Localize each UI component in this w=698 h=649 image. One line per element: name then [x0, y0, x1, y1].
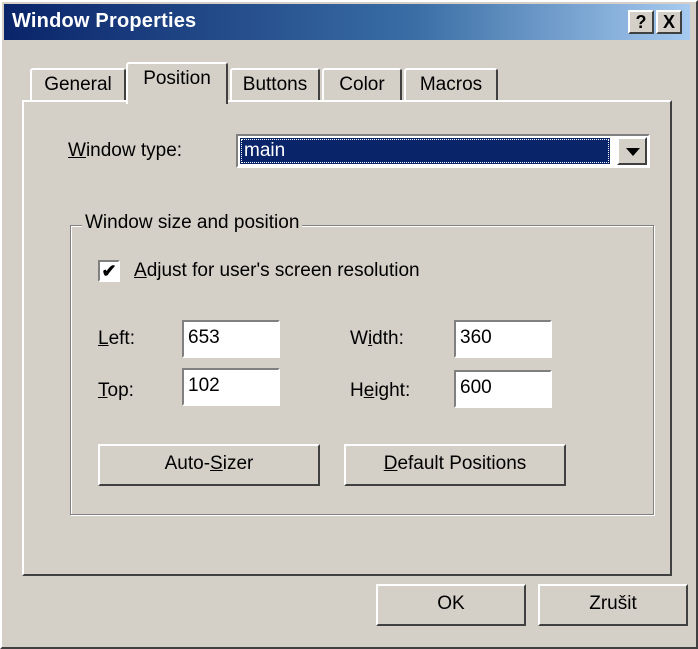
tab-buttons[interactable]: Buttons: [230, 68, 320, 102]
tab-color[interactable]: Color: [322, 68, 402, 102]
window-type-dropdown[interactable]: main: [236, 134, 650, 168]
width-field[interactable]: 360: [454, 320, 552, 358]
default-positions-button[interactable]: Default Positions: [344, 444, 566, 486]
adjust-resolution-checkbox[interactable]: ✔: [98, 260, 120, 282]
close-button[interactable]: X: [656, 10, 682, 34]
cancel-button[interactable]: Zrušit: [538, 584, 688, 626]
chevron-down-icon[interactable]: [617, 137, 647, 165]
adjust-resolution-label[interactable]: Adjust for user's screen resolution: [134, 260, 420, 282]
height-label: Height:: [350, 380, 411, 401]
tab-position[interactable]: Position: [126, 62, 228, 104]
left-label: Left:: [98, 328, 135, 349]
title-bar[interactable]: Window Properties ? X: [4, 4, 690, 40]
auto-sizer-button[interactable]: Auto-Sizer: [98, 444, 320, 486]
tab-macros[interactable]: Macros: [404, 68, 498, 102]
window-type-value: main: [240, 138, 610, 164]
window-title: Window Properties: [12, 10, 197, 32]
tab-general[interactable]: General: [30, 68, 126, 102]
height-field[interactable]: 600: [454, 370, 552, 408]
group-title: Window size and position: [82, 212, 303, 234]
top-field[interactable]: 102: [182, 368, 280, 406]
left-field[interactable]: 653: [182, 320, 280, 358]
width-label: Width:: [350, 328, 404, 349]
ok-button[interactable]: OK: [376, 584, 526, 626]
top-label: Top:: [98, 380, 134, 401]
window-type-label: Window type:: [68, 140, 183, 161]
help-button[interactable]: ?: [628, 10, 654, 34]
